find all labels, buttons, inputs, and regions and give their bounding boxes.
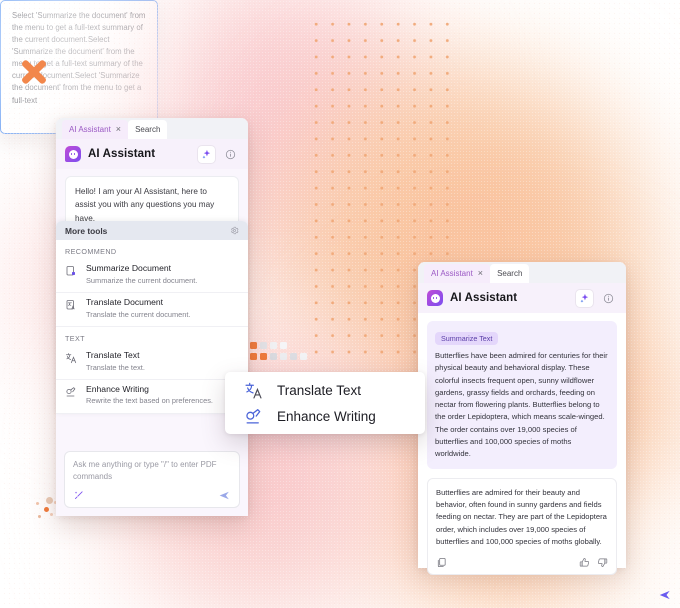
tab-label: AI Assistant — [431, 268, 473, 278]
page-title: AI Assistant — [88, 148, 156, 160]
menu-item-enhance-writing[interactable]: Enhance Writing — [225, 403, 425, 429]
tab-bar: AI Assistant × Search — [56, 118, 248, 139]
tool-description: Translate the current document. — [86, 309, 191, 319]
more-tools-header: More tools — [56, 221, 248, 240]
thumbs-up-icon[interactable] — [579, 557, 590, 568]
message-composer[interactable]: Ask me anything or type "/" to enter PDF… — [64, 451, 240, 508]
tool-group-label-recommend: RECOMMEND — [65, 247, 117, 256]
tool-name: Translate Text — [86, 349, 140, 360]
tool-description: Summarize the current document. — [86, 275, 198, 285]
gear-icon[interactable] — [230, 226, 239, 235]
tool-name: Translate Document — [86, 296, 164, 307]
tool-row-translate-document[interactable]: Translate Document Translate the current… — [56, 293, 248, 327]
tool-group-label-text: TEXT — [65, 333, 85, 343]
ai-assistant-panel-left: AI Assistant × Search AI Assistant Hello… — [56, 118, 248, 516]
message-actions — [436, 557, 608, 568]
page-title: AI Assistant — [450, 292, 518, 304]
panel-body: Hello! I am your AI Assistant, here to a… — [56, 169, 248, 516]
ai-assistant-logo-icon — [427, 290, 443, 306]
thumbs-down-icon[interactable] — [597, 557, 608, 568]
more-tools-label: More tools — [65, 225, 108, 236]
tab-search[interactable]: Search — [490, 264, 530, 283]
more-tools-card: More tools RECOMMEND Summarize Document … — [56, 221, 248, 414]
tab-label: AI Assistant — [69, 124, 111, 134]
magic-wand-icon[interactable] — [73, 490, 84, 501]
menu-item-translate-text[interactable]: Translate Text — [225, 377, 425, 403]
tool-row-translate-text[interactable]: Translate Text Translate the text. — [56, 346, 248, 380]
tab-bar: AI Assistant × Search — [418, 262, 626, 283]
greeting-paragraph-1: Hello! I am your AI Assistant, here to a… — [75, 187, 215, 223]
sparkle-icon[interactable] — [576, 289, 593, 307]
translate-text-icon — [243, 381, 263, 400]
panel-header: AI Assistant — [56, 139, 248, 169]
send-icon[interactable] — [218, 489, 231, 502]
translate-text-icon — [65, 350, 78, 364]
decorative-square-dots — [250, 342, 308, 368]
tool-description: Translate the text. — [86, 362, 145, 372]
sparkle-icon[interactable] — [198, 145, 215, 163]
close-icon[interactable]: × — [478, 269, 483, 278]
tool-name: Summarize Document — [86, 263, 172, 273]
decorative-cross-icon — [14, 52, 54, 92]
send-icon[interactable] — [658, 588, 672, 602]
assistant-message-text: Butterflies are admired for their beauty… — [436, 487, 607, 546]
status-badge: Summarize Text — [435, 332, 499, 345]
conversation-body: Summarize Text Butterflies have been adm… — [418, 313, 626, 576]
copy-icon[interactable] — [436, 557, 447, 568]
info-icon[interactable] — [222, 146, 239, 163]
close-icon[interactable]: × — [116, 125, 121, 134]
enhance-writing-icon — [243, 407, 263, 426]
tool-name: Enhance Writing — [86, 383, 149, 394]
user-message-bubble: Summarize Text Butterflies have been adm… — [427, 321, 617, 469]
translate-document-icon — [65, 297, 78, 311]
info-icon[interactable] — [600, 290, 617, 307]
tab-label: Search — [497, 268, 523, 278]
tool-row-summarize-document[interactable]: Summarize Document Summarize the current… — [56, 259, 248, 293]
menu-item-label: Enhance Writing — [277, 408, 376, 424]
tab-ai-assistant[interactable]: AI Assistant × — [62, 120, 129, 139]
tool-row-enhance-writing[interactable]: Enhance Writing Rewrite the text based o… — [56, 380, 248, 414]
tab-search[interactable]: Search — [128, 120, 168, 139]
summarize-document-icon — [65, 263, 78, 277]
composer-placeholder: Ask me anything or type "/" to enter PDF… — [73, 460, 217, 481]
panel-header: AI Assistant — [418, 283, 626, 313]
floating-context-menu: Translate Text Enhance Writing — [225, 372, 425, 434]
ai-assistant-panel-right: AI Assistant × Search AI Assistant Summa… — [418, 262, 626, 576]
tab-ai-assistant[interactable]: AI Assistant × — [424, 264, 491, 283]
assistant-message-bubble: Butterflies are admired for their beauty… — [427, 477, 617, 576]
tab-label: Search — [135, 124, 161, 134]
ai-assistant-logo-icon — [65, 146, 81, 162]
enhance-writing-icon — [65, 384, 78, 398]
user-message-text: Butterflies have been admired for centur… — [435, 351, 608, 459]
menu-item-label: Translate Text — [277, 382, 362, 398]
tool-description: Rewrite the text based on preferences. — [86, 396, 213, 406]
